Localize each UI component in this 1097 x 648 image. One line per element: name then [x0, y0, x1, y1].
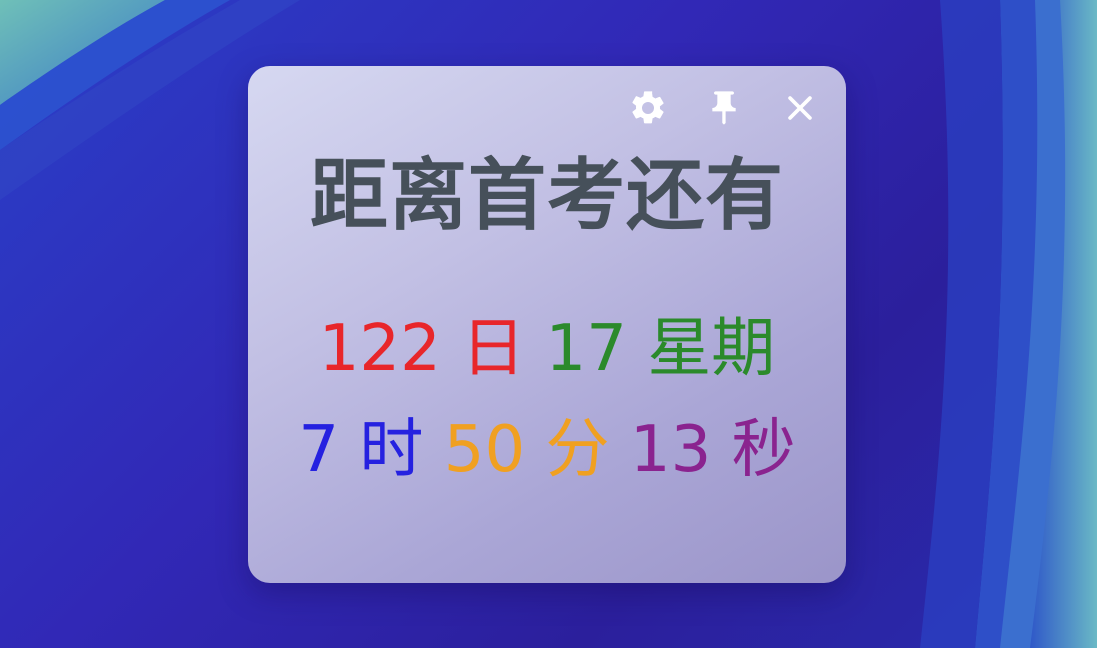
gear-icon [632, 91, 664, 124]
days-value: 122 [318, 312, 441, 386]
minutes-unit: 分 [545, 413, 610, 487]
hours-unit: 时 [359, 413, 424, 487]
weeks-value: 17 [545, 312, 627, 386]
hours-segment: 7 时 [298, 410, 423, 490]
countdown-widget: 距离首考还有 122 日 17 星期 7 时 50 分 13 秒 [248, 66, 846, 583]
minutes-value: 50 [443, 413, 526, 487]
minutes-segment: 50 分 [444, 410, 610, 490]
pin-icon [712, 91, 736, 125]
close-button[interactable] [776, 86, 824, 130]
hours-value: 7 [298, 413, 340, 487]
weeks-unit: 星期 [647, 312, 776, 386]
days-segment: 122 日 [319, 309, 526, 389]
weeks-segment: 17 星期 [546, 309, 776, 389]
close-icon [788, 96, 812, 120]
countdown-line-days-weeks: 122 日 17 星期 [248, 309, 846, 389]
widget-toolbar [624, 86, 824, 130]
countdown-line-time: 7 时 50 分 13 秒 [248, 410, 846, 490]
days-unit: 日 [461, 312, 526, 386]
seconds-segment: 13 秒 [630, 410, 796, 490]
seconds-value: 13 [629, 413, 712, 487]
seconds-unit: 秒 [731, 413, 796, 487]
countdown-title: 距离首考还有 [309, 151, 784, 241]
settings-button[interactable] [624, 86, 672, 130]
pin-button[interactable] [700, 86, 748, 130]
